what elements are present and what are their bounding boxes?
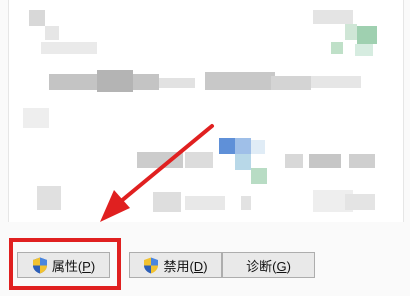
blurred-text (185, 152, 213, 168)
properties-dialog: 属性(P) 禁用(D) 诊断(G) (0, 0, 410, 296)
blurred-text (349, 154, 375, 168)
blurred-icon (357, 26, 377, 44)
blurred-text (309, 154, 341, 168)
blurred-text (185, 196, 225, 210)
blurred-icon (251, 140, 265, 154)
blurred-icon (235, 154, 251, 170)
disable-button[interactable]: 禁用(D) (129, 252, 222, 278)
disable-button-label: 禁用(D) (163, 258, 208, 274)
uac-shield-icon (143, 257, 159, 274)
blurred-text (311, 76, 361, 88)
blurred-content-panel (8, 0, 404, 222)
blurred-text (137, 152, 183, 168)
blurred-text (241, 196, 251, 210)
diagnose-button[interactable]: 诊断(G) (222, 252, 315, 278)
blurred-icon (345, 24, 357, 40)
properties-button[interactable]: 属性(P) (17, 252, 110, 278)
blurred-icon (251, 168, 267, 184)
blurred-text (285, 154, 303, 168)
blurred-icon (331, 42, 343, 54)
blurred-icon (355, 44, 373, 56)
blurred-icon (235, 138, 251, 154)
blurred-icon (37, 186, 61, 210)
blurred-text (159, 78, 195, 88)
blurred-text (205, 72, 275, 90)
blurred-text (41, 42, 97, 54)
uac-shield-icon (32, 257, 48, 274)
blurred-text (313, 10, 353, 24)
blurred-icon (219, 138, 235, 154)
blurred-text (97, 70, 133, 92)
blurred-icon (29, 10, 45, 26)
blurred-text (153, 192, 181, 212)
blurred-icon (45, 26, 59, 40)
properties-button-label: 属性(P) (51, 258, 96, 274)
diagnose-button-label: 诊断(G) (246, 258, 291, 274)
blurred-text (23, 108, 49, 128)
blurred-text (345, 194, 375, 210)
blurred-text (271, 76, 311, 90)
